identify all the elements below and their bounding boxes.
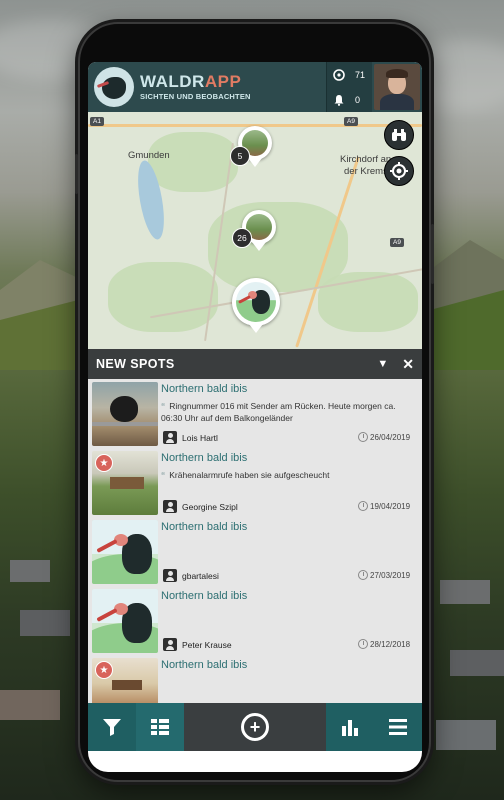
statistics-button[interactable]: [326, 703, 374, 751]
quote-icon: “: [161, 470, 166, 480]
spot-user[interactable]: Lois Hartl: [182, 433, 218, 443]
hamburger-menu-icon: [389, 719, 407, 735]
notifications-counter[interactable]: 0: [327, 87, 372, 112]
spot-user[interactable]: Peter Krause: [182, 640, 232, 650]
binoculars-button[interactable]: [384, 120, 414, 150]
filter-icon: [103, 719, 121, 736]
spot-title: Northern bald ibis: [161, 590, 248, 602]
app-logo[interactable]: [94, 67, 134, 107]
spot-user[interactable]: Georgine Szipl: [182, 502, 238, 512]
user-icon: [163, 638, 177, 651]
road-sign: A9: [390, 238, 404, 247]
spot-title: Northern bald ibis: [161, 659, 248, 671]
spot-date: 26/04/2019: [370, 433, 411, 442]
notifications-count: 0: [355, 94, 361, 105]
app-screen: WALDRAPP SICHTEN UND BEOBACHTEN 71 0 A1 …: [88, 62, 422, 772]
list-item[interactable]: Northern bald ibis gbartalesi 27/03/2019: [88, 517, 422, 584]
spot-photo: ★: [92, 658, 158, 703]
locate-button[interactable]: [384, 156, 414, 186]
spot-photo: ★: [92, 451, 158, 515]
list-view-icon: [151, 719, 169, 735]
user-icon: [163, 569, 177, 582]
add-spot-icon: +: [241, 713, 269, 741]
binoculars-icon: [392, 129, 406, 141]
map-label-kirchdorf-2: der Krems: [344, 166, 388, 177]
road-sign: A9: [344, 117, 358, 126]
cluster-count: 26: [232, 228, 252, 248]
locate-icon: [390, 162, 408, 180]
spot-title: Northern bald ibis: [161, 383, 248, 395]
collapse-icon[interactable]: ▼: [377, 358, 388, 370]
filter-button[interactable]: [88, 703, 136, 751]
spot-description: “Krähenalarmrufe haben sie aufgescheucht: [161, 470, 330, 480]
spot-title: Northern bald ibis: [161, 521, 248, 533]
app-header: WALDRAPP SICHTEN UND BEOBACHTEN 71 0: [88, 62, 422, 112]
phone-frame: WALDRAPP SICHTEN UND BEOBACHTEN 71 0 A1 …: [75, 22, 434, 782]
menu-button[interactable]: [374, 703, 422, 751]
list-item[interactable]: Northern bald ibis “Ringnummer 016 mit S…: [88, 379, 422, 446]
clock-icon: [358, 501, 368, 511]
spot-photo: [92, 382, 158, 446]
brand-subtitle: SICHTEN UND BEOBACHTEN: [140, 92, 251, 101]
spots-list[interactable]: Northern bald ibis “Ringnummer 016 mit S…: [88, 379, 422, 703]
spot-description: “Ringnummer 016 mit Sender am Rücken. He…: [161, 401, 396, 423]
user-avatar[interactable]: [374, 64, 420, 110]
spot-date: 19/04/2019: [370, 502, 411, 511]
map-label-gmunden: Gmunden: [128, 150, 170, 161]
counters: 71 0: [326, 62, 372, 112]
sightings-count: 71: [355, 69, 366, 80]
quote-icon: “: [161, 401, 166, 411]
map-label-kirchdorf: Kirchdorf an: [340, 154, 392, 165]
list-item[interactable]: ★ Northern bald ibis “Krähenalarmrufe ha…: [88, 448, 422, 515]
spot-date: 27/03/2019: [370, 571, 411, 580]
clock-icon: [358, 432, 368, 442]
spot-user[interactable]: gbartalesi: [182, 571, 219, 581]
brand-name: WALDRAPP: [140, 72, 242, 91]
panel-title: NEW SPOTS: [96, 357, 175, 371]
sightings-icon: [333, 68, 345, 81]
list-view-button[interactable]: [136, 703, 184, 751]
map-view[interactable]: A1 A9 A9 Gmunden Kirchdorf an der Krems: [88, 112, 422, 349]
close-icon[interactable]: ✕: [402, 356, 414, 373]
list-item[interactable]: ★ Northern bald ibis: [88, 655, 422, 703]
spot-date: 28/12/2018: [370, 640, 411, 649]
road-sign: A1: [90, 117, 104, 126]
cluster-count: 5: [230, 146, 250, 166]
list-item[interactable]: Northern bald ibis Peter Krause 28/12/20…: [88, 586, 422, 653]
spot-photo: [92, 520, 158, 584]
statistics-icon: [342, 720, 358, 736]
clock-icon: [358, 639, 368, 649]
star-icon: ★: [95, 661, 113, 679]
user-icon: [163, 500, 177, 513]
bottom-toolbar: +: [88, 703, 422, 751]
spot-title: Northern bald ibis: [161, 452, 248, 464]
bell-icon: [334, 94, 344, 106]
spot-photo: [92, 589, 158, 653]
new-spots-header: NEW SPOTS ▼ ✕: [88, 349, 422, 379]
sightings-counter[interactable]: 71: [327, 62, 372, 87]
brand: WALDRAPP SICHTEN UND BEOBACHTEN: [140, 62, 251, 112]
star-icon: ★: [95, 454, 113, 472]
user-icon: [163, 431, 177, 444]
clock-icon: [358, 570, 368, 580]
add-spot-button[interactable]: +: [184, 703, 326, 751]
